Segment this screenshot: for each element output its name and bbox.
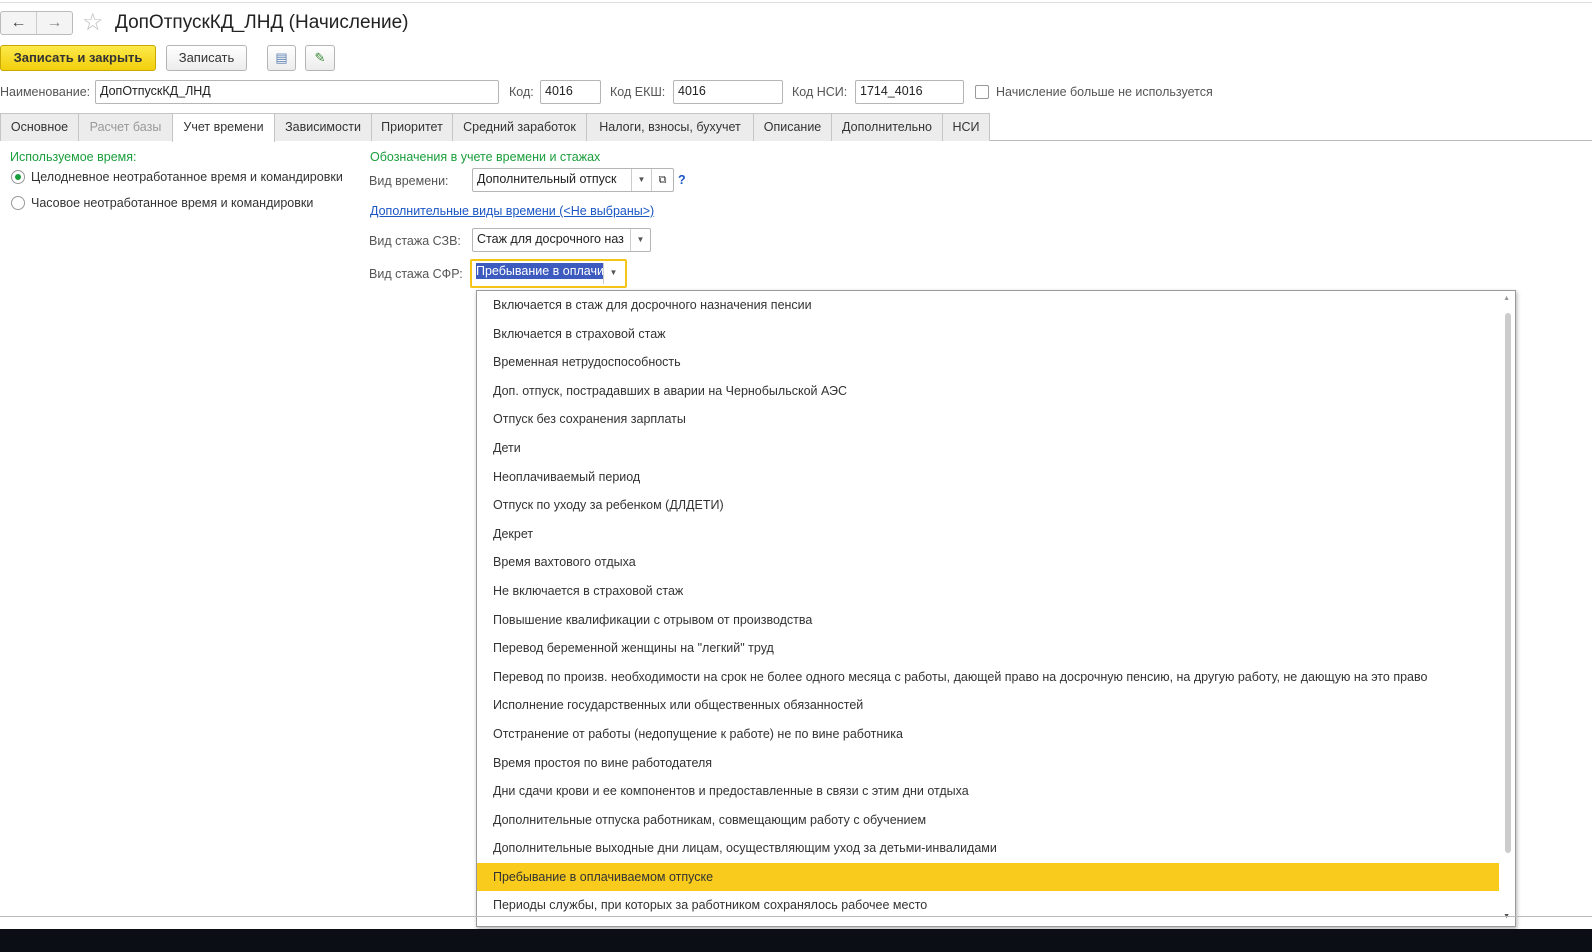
tab-main[interactable]: Основное <box>0 113 79 141</box>
szv-select[interactable]: Стаж для досрочного наз ▼ <box>472 228 651 252</box>
tab-additional[interactable]: Дополнительно <box>831 113 943 141</box>
dropdown-item[interactable]: Время вахтового отдыха <box>477 548 1499 577</box>
bottom-border <box>0 916 1592 917</box>
time-type-value: Дополнительный отпуск <box>477 172 617 186</box>
ekw-input[interactable]: 4016 <box>673 80 783 104</box>
open-icon[interactable]: ⧉ <box>651 169 673 191</box>
dropdown-item[interactable]: Повышение квалификации с отрывом от прои… <box>477 606 1499 635</box>
sfr-value: Пребывание в оплачивае <box>476 263 603 279</box>
dropdown-item[interactable]: Исполнение государственных или обществен… <box>477 691 1499 720</box>
nsi-input[interactable]: 1714_4016 <box>855 80 964 104</box>
radio-hourly-label: Часовое неотработанное время и командиро… <box>31 196 314 210</box>
tab-time[interactable]: Учет времени <box>172 113 275 142</box>
dropdown-item[interactable]: Время простоя по вине работодателя <box>477 749 1499 778</box>
dropdown-list[interactable]: Включается в стаж для досрочного назначе… <box>476 290 1516 927</box>
save-close-button[interactable]: Записать и закрыть <box>0 45 156 71</box>
dropdown-item[interactable]: Пребывание в оплачиваемом отпуске <box>477 862 1499 892</box>
tab-average[interactable]: Средний заработок <box>452 113 587 141</box>
szv-value: Стаж для досрочного наз <box>477 232 624 246</box>
dropdown-item[interactable]: Дополнительные выходные дни лицам, осуще… <box>477 834 1499 863</box>
save-button[interactable]: Записать <box>166 45 247 71</box>
scrollbar[interactable] <box>1505 313 1511 853</box>
tab-bar: Основное Расчет базы Учет времени Зависи… <box>0 113 1592 142</box>
scroll-up-icon[interactable]: ▲ <box>1503 295 1510 302</box>
dropdown-item[interactable]: Дети <box>477 434 1499 463</box>
forward-arrow-icon[interactable]: → <box>36 12 72 34</box>
dropdown-item[interactable]: Дни сдачи крови и ее компонентов и предо… <box>477 777 1499 806</box>
ekw-label: Код ЕКШ: <box>610 85 666 99</box>
dropdown-item[interactable]: Отпуск без сохранения зарплаты <box>477 405 1499 434</box>
designations-heading: Обозначения в учете времени и стажах <box>370 150 601 164</box>
dropdown-item[interactable]: Декрет <box>477 520 1499 549</box>
sfr-select[interactable]: Пребывание в оплачивае ▼ <box>470 259 627 288</box>
dropdown-item[interactable]: Перевод по произв. необходимости на срок… <box>477 663 1499 692</box>
extra-time-types-link[interactable]: Дополнительные виды времени (<Не выбраны… <box>370 204 654 218</box>
taskbar <box>0 929 1592 952</box>
dropdown-item[interactable]: Включается в страховой стаж <box>477 320 1499 349</box>
dropdown-item[interactable]: Неоплачиваемый период <box>477 463 1499 492</box>
time-type-label: Вид времени: <box>369 174 449 188</box>
tab-dependencies[interactable]: Зависимости <box>274 113 372 141</box>
unused-label: Начисление больше не используется <box>996 85 1213 99</box>
chevron-down-icon[interactable]: ▼ <box>603 263 623 284</box>
page-title: ДопОтпускКД_ЛНД (Начисление) <box>115 12 409 33</box>
sfr-label: Вид стажа СФР: <box>369 267 463 281</box>
nsi-label: Код НСИ: <box>792 85 848 99</box>
dropdown-item[interactable]: Временная нетрудоспособность <box>477 348 1499 377</box>
dropdown-item[interactable]: Отпуск по уходу за ребенком (ДЛДЕТИ) <box>477 491 1499 520</box>
star-icon[interactable]: ☆ <box>82 8 104 37</box>
dropdown-item[interactable]: Дополнительные отпуска работникам, совме… <box>477 806 1499 835</box>
chevron-down-icon[interactable]: ▼ <box>631 169 651 191</box>
radio-full-day[interactable] <box>11 170 25 184</box>
dropdown-item[interactable]: Доп. отпуск, пострадавших в аварии на Че… <box>477 377 1499 406</box>
edit-history-icon[interactable]: ✎ <box>305 45 335 71</box>
back-arrow-icon[interactable]: ← <box>1 12 36 34</box>
dropdown-item[interactable]: Отстранение от работы (недопущение к раб… <box>477 720 1499 749</box>
name-input[interactable]: ДопОтпускКД_ЛНД <box>95 80 499 104</box>
used-time-heading: Используемое время: <box>10 150 137 164</box>
tab-taxes[interactable]: Налоги, взносы, бухучет <box>586 113 754 141</box>
time-type-select[interactable]: Дополнительный отпуск ▼ ⧉ <box>472 168 674 192</box>
chevron-down-icon[interactable]: ▼ <box>630 229 650 251</box>
dropdown-item[interactable]: Включается в стаж для досрочного назначе… <box>477 291 1499 320</box>
dropdown-item[interactable]: Не включается в страховой стаж <box>477 577 1499 606</box>
dropdown-item[interactable]: Перевод беременной женщины на "легкий" т… <box>477 634 1499 663</box>
tab-base[interactable]: Расчет базы <box>78 113 173 141</box>
tab-nsi[interactable]: НСИ <box>942 113 990 141</box>
help-icon[interactable]: ? <box>678 173 686 187</box>
radio-full-day-label: Целодневное неотработанное время и коман… <box>31 170 343 184</box>
tab-priority[interactable]: Приоритет <box>371 113 453 141</box>
report-icon[interactable]: ▤ <box>267 45 296 71</box>
top-border <box>0 0 1592 3</box>
unused-checkbox[interactable] <box>975 85 989 99</box>
tab-description[interactable]: Описание <box>753 113 832 141</box>
szv-label: Вид стажа СЗВ: <box>369 234 461 248</box>
code-input[interactable]: 4016 <box>540 80 601 104</box>
radio-hourly[interactable] <box>11 196 25 210</box>
code-label: Код: <box>509 85 534 99</box>
nav-buttons: ← → <box>0 11 73 35</box>
name-label: Наименование: <box>0 85 91 99</box>
